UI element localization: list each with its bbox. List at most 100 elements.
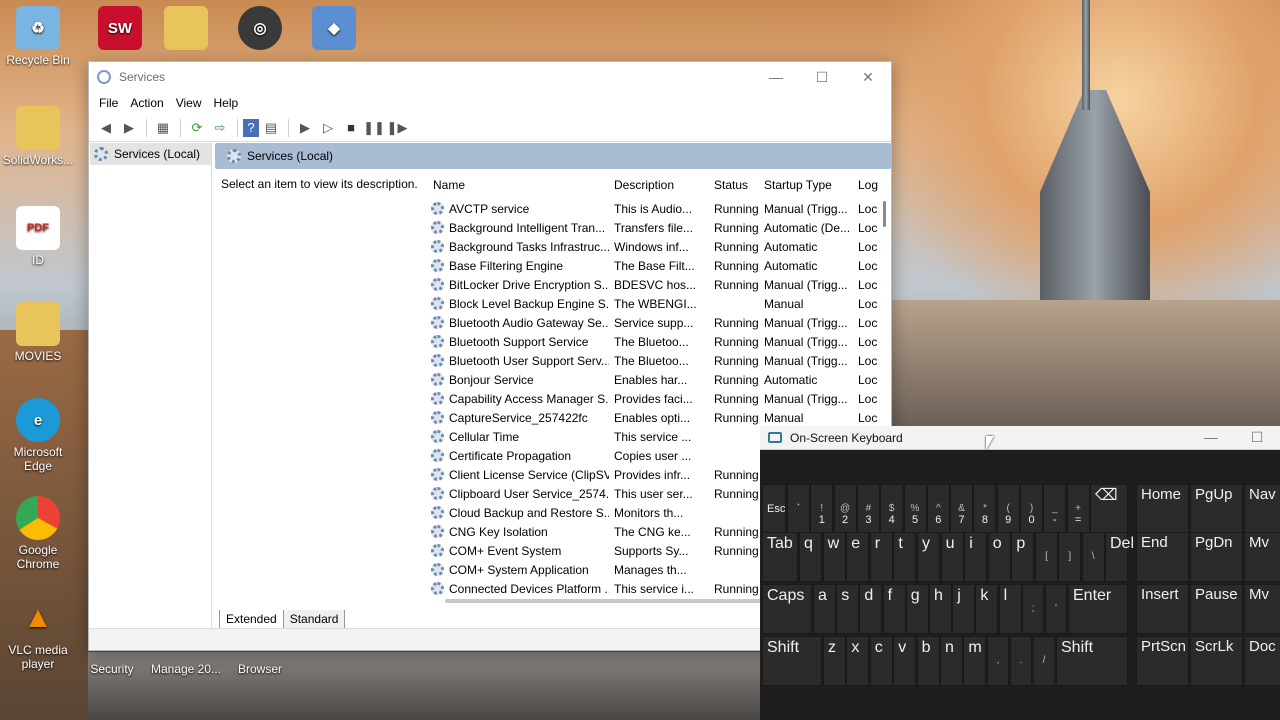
side-key[interactable]: Doc bbox=[1244, 636, 1280, 686]
table-row[interactable]: BitLocker Drive Encryption S... BDESVC ho… bbox=[427, 275, 879, 294]
desktop-bottom-label[interactable]: Manage 20... bbox=[148, 662, 224, 676]
letter-key[interactable]: w bbox=[822, 532, 846, 582]
key-4[interactable]: $4 bbox=[880, 484, 904, 534]
desktop-bottom-label[interactable]: Browser bbox=[222, 662, 298, 676]
start-service-icon[interactable]: ▶ bbox=[294, 117, 316, 139]
left-shift-key[interactable]: Shift bbox=[762, 636, 822, 686]
key-6[interactable]: ^ 6 bbox=[926, 484, 950, 534]
key-3[interactable]: #3 bbox=[856, 484, 880, 534]
desktop-icon-vlc[interactable]: ▲ VLC media player bbox=[0, 596, 76, 671]
table-row[interactable]: Background Tasks Infrastruc... Windows in… bbox=[427, 237, 879, 256]
desktop-icon-edge[interactable]: e Microsoft Edge bbox=[0, 398, 76, 473]
letter-key[interactable]: x bbox=[846, 636, 870, 686]
key-1[interactable]: ! 1 bbox=[810, 484, 834, 534]
side-key[interactable]: Nav bbox=[1244, 484, 1280, 534]
letter-key[interactable]: y bbox=[917, 532, 940, 582]
symbol-key[interactable]: ] bbox=[1058, 532, 1082, 582]
symbol-key[interactable]: [ bbox=[1035, 532, 1058, 582]
letter-key[interactable]: u bbox=[940, 532, 964, 582]
column-header-log-on-as[interactable]: Log bbox=[854, 178, 878, 192]
close-button[interactable]: ✕ bbox=[845, 62, 891, 92]
key-7[interactable]: & 7 bbox=[950, 484, 974, 534]
letter-key[interactable]: v bbox=[893, 636, 917, 686]
pause-service-icon[interactable]: ❚❚ bbox=[363, 117, 385, 139]
slash-key[interactable]: / bbox=[1033, 636, 1055, 686]
stop-service-icon[interactable]: ■ bbox=[340, 117, 362, 139]
comma-key[interactable]: , bbox=[987, 636, 1009, 686]
right-shift-key[interactable]: Shift bbox=[1056, 636, 1128, 686]
side-key[interactable]: Mv bbox=[1244, 532, 1280, 582]
side-key[interactable]: Insert bbox=[1136, 584, 1189, 634]
letter-key[interactable]: d bbox=[859, 584, 883, 634]
forward-icon[interactable]: ▶ bbox=[118, 117, 140, 139]
properties-icon[interactable]: ▤ bbox=[260, 117, 282, 139]
column-header-startup-type[interactable]: Startup Type bbox=[761, 178, 854, 192]
table-row[interactable]: Bluetooth User Support Serv... The Blueto… bbox=[427, 351, 879, 370]
desktop-icon-cube[interactable]: ◆ bbox=[296, 6, 372, 53]
side-key[interactable]: Mv bbox=[1244, 584, 1280, 634]
side-key[interactable]: End bbox=[1136, 532, 1189, 582]
desktop-icon-pdf[interactable]: PDF ID bbox=[0, 206, 76, 267]
table-row[interactable]: Capability Access Manager S... Provides f… bbox=[427, 389, 879, 408]
key-5[interactable]: % 5 bbox=[903, 484, 927, 534]
tab-standard[interactable]: Standard bbox=[282, 610, 346, 629]
desktop-icon-app[interactable]: ◎ bbox=[222, 6, 298, 53]
osk-titlebar[interactable]: On-Screen Keyboard — ☐ bbox=[760, 426, 1280, 450]
letter-key[interactable]: a bbox=[813, 584, 836, 634]
table-row[interactable]: Base Filtering Engine The Base Filt... Run… bbox=[427, 256, 879, 275]
services-titlebar[interactable]: Services — ☐ ✕ bbox=[89, 62, 891, 92]
esc-key[interactable]: Esc bbox=[762, 484, 786, 534]
scroll-thumb[interactable] bbox=[883, 201, 886, 227]
table-row[interactable]: CaptureService_257422fc Enables opti... Ru… bbox=[427, 408, 879, 427]
key-12[interactable]: + = bbox=[1066, 484, 1090, 534]
tab-extended[interactable]: Extended bbox=[219, 610, 284, 629]
table-row[interactable]: Bonjour Service Enables har... Running Auto… bbox=[427, 370, 879, 389]
back-icon[interactable]: ◀ bbox=[95, 117, 117, 139]
letter-key[interactable]: f bbox=[882, 584, 906, 634]
show-console-tree-icon[interactable]: ▦ bbox=[152, 117, 174, 139]
table-row[interactable]: Bluetooth Support Service The Bluetoo... R… bbox=[427, 332, 879, 351]
letter-key[interactable]: l bbox=[998, 584, 1022, 634]
desktop-icon-solidworks[interactable]: SW bbox=[82, 6, 158, 53]
letter-key[interactable]: i bbox=[964, 532, 988, 582]
semicolon-key[interactable]: ; bbox=[1022, 584, 1044, 634]
key-2[interactable]: @2 bbox=[833, 484, 857, 534]
enter-key[interactable]: Enter bbox=[1068, 584, 1128, 634]
period-key[interactable]: . bbox=[1010, 636, 1032, 686]
letter-key[interactable]: m bbox=[963, 636, 987, 686]
quote-key[interactable]: ' bbox=[1045, 584, 1067, 634]
table-row[interactable]: Bluetooth Audio Gateway Se... Service sup… bbox=[427, 313, 879, 332]
letter-key[interactable]: j bbox=[952, 584, 976, 634]
letter-key[interactable]: g bbox=[905, 584, 929, 634]
letter-key[interactable]: b bbox=[916, 636, 940, 686]
menu-action[interactable]: Action bbox=[124, 96, 169, 110]
side-key[interactable]: PrtScn bbox=[1136, 636, 1189, 686]
letter-key[interactable]: c bbox=[869, 636, 893, 686]
desktop-icon-movies[interactable]: MOVIES bbox=[0, 302, 76, 363]
letter-key[interactable]: h bbox=[929, 584, 952, 634]
letter-key[interactable]: q bbox=[799, 532, 822, 582]
letter-key[interactable]: z bbox=[823, 636, 846, 686]
side-key[interactable]: PgUp bbox=[1190, 484, 1243, 534]
letter-key[interactable]: k bbox=[975, 584, 999, 634]
tree-item-services-local[interactable]: Services (Local) bbox=[90, 143, 211, 165]
delete-key[interactable]: Del bbox=[1105, 532, 1134, 582]
table-row[interactable]: Block Level Backup Engine S... The WBENGI… bbox=[427, 294, 879, 313]
tab-key[interactable]: Tab bbox=[762, 532, 798, 582]
key-11[interactable]: _ - bbox=[1043, 484, 1067, 534]
letter-key[interactable]: t bbox=[893, 532, 917, 582]
start-service-alt-icon[interactable]: ▷ bbox=[317, 117, 339, 139]
desktop-icon-recycle-bin[interactable]: ♻ Recycle Bin bbox=[0, 6, 76, 67]
column-header-name[interactable]: Name bbox=[427, 178, 609, 192]
desktop-bottom-label[interactable]: Security bbox=[74, 662, 150, 676]
table-row[interactable]: Background Intelligent Tran... Transfers … bbox=[427, 218, 879, 237]
minimize-button[interactable]: — bbox=[753, 62, 799, 92]
menu-file[interactable]: File bbox=[93, 96, 124, 110]
key-8[interactable]: * 8 bbox=[973, 484, 997, 534]
desktop-icon-folder[interactable] bbox=[148, 6, 224, 53]
restart-service-icon[interactable]: ❚▶ bbox=[386, 117, 408, 139]
desktop-icon-chrome[interactable]: Google Chrome bbox=[0, 496, 76, 571]
osk-minimize-button[interactable]: — bbox=[1188, 429, 1234, 446]
side-key[interactable]: ScrLk bbox=[1190, 636, 1243, 686]
refresh-icon[interactable]: ⟳ bbox=[186, 117, 208, 139]
